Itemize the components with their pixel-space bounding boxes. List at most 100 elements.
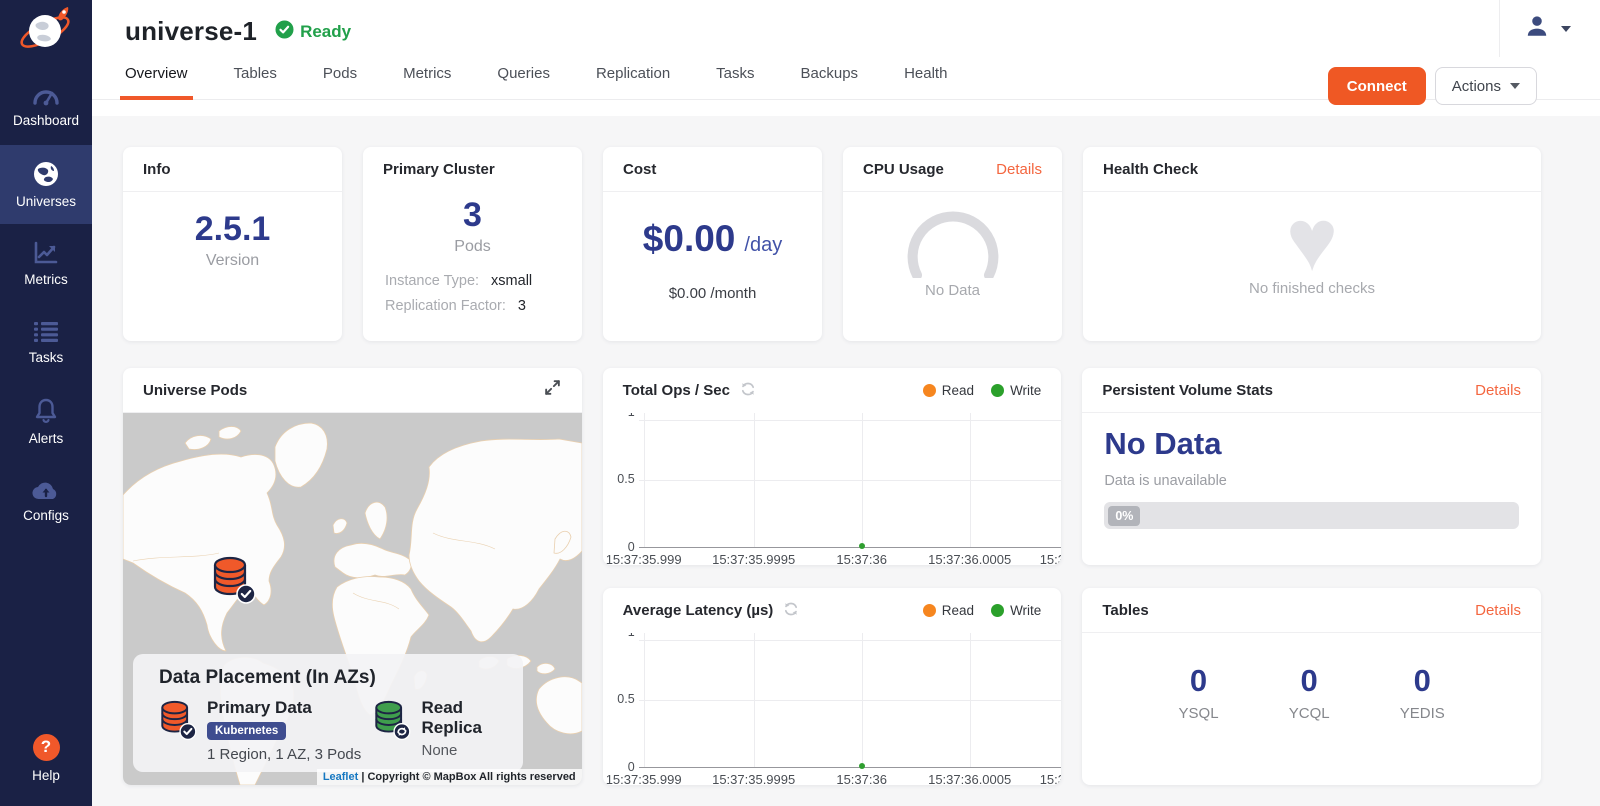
sidebar-item-universes[interactable]: Universes [0,145,92,224]
ycql-stat: 0 YCQL [1289,663,1330,722]
expand-icon[interactable] [543,378,562,402]
chart-title: Average Latency (µs) [623,602,774,619]
cost-per-month: $0.00 /month [603,285,822,302]
pvs-no-data: No Data [1104,426,1519,462]
tables-card: Tables Details 0 YSQL 0 YCQL 0 [1082,588,1541,785]
primary-data-label: Primary Data [207,698,361,718]
sidebar-item-label: Dashboard [13,113,79,128]
x-tick: 15:37:35.999 [606,772,682,785]
primary-data-map-marker[interactable] [211,555,257,610]
card-title: Universe Pods [143,382,247,399]
legend-write: Write [991,603,1041,618]
data-placement-title: Data Placement (In AZs) [159,667,523,689]
x-tick: 15:37:36 [836,552,887,565]
tab-tables[interactable]: Tables [234,65,277,99]
chevron-down-icon [1561,26,1571,32]
card-title: CPU Usage [863,161,944,178]
pvs-subtext: Data is unavailable [1104,473,1519,489]
sidebar-item-configs[interactable]: Configs [0,461,92,540]
tab-metrics[interactable]: Metrics [403,65,451,99]
health-empty-text: No finished checks [1083,280,1541,297]
tab-replication[interactable]: Replication [596,65,670,99]
list-icon [33,321,59,343]
sidebar: Dashboard Universes Metrics [0,0,92,806]
cpu-gauge [843,210,1062,278]
legend-read: Read [923,383,974,398]
world-map[interactable]: Data Placement (In AZs) [123,413,582,785]
info-card: Info 2.5.1 Version [123,147,342,341]
replication-factor-row: Replication Factor: 3 [385,294,560,319]
card-title: Persistent Volume Stats [1102,382,1273,399]
yedis-label: YEDIS [1400,705,1445,722]
cost-per-day-unit: /day [744,234,782,257]
user-menu[interactable] [1499,0,1600,57]
yedis-stat: 0 YEDIS [1400,663,1445,722]
card-title: Cost [623,161,656,178]
ycql-count: 0 [1289,663,1330,699]
legend-read: Read [923,603,974,618]
read-dot-icon [923,604,936,617]
pods-label: Pods [363,238,582,256]
sidebar-item-tasks[interactable]: Tasks [0,303,92,382]
avg-latency-chart-card: Average Latency (µs) [603,588,1062,785]
x-tick: 15:37:36.001 [1040,772,1062,785]
y-tick: 1 [609,633,635,639]
app-logo[interactable] [0,0,92,66]
version-value: 2.5.1 [123,210,342,249]
x-tick: 15:37:36.001 [1040,552,1062,565]
replica-database-icon [373,698,411,763]
page-title: universe-1 [125,16,257,47]
cpu-empty-text: No Data [843,282,1062,299]
user-avatar-icon [1524,13,1550,44]
tab-backups[interactable]: Backups [801,65,859,99]
refresh-icon[interactable] [783,601,799,621]
sidebar-item-dashboard[interactable]: Dashboard [0,66,92,145]
y-tick: 0.5 [609,692,635,706]
sidebar-item-label: Help [32,768,60,783]
sidebar-item-label: Universes [16,194,76,209]
universe-pods-card: Universe Pods [123,368,582,785]
tab-overview[interactable]: Overview [125,65,188,99]
tab-queries[interactable]: Queries [497,65,550,99]
bell-icon [34,398,58,424]
chart-title: Total Ops / Sec [623,382,730,399]
tab-pods[interactable]: Pods [323,65,357,99]
card-title: Tables [1102,602,1148,619]
top-bar: universe-1 Ready Overvi [92,0,1600,116]
connect-button[interactable]: Connect [1328,67,1426,105]
card-title: Health Check [1103,161,1198,178]
tab-tasks[interactable]: Tasks [716,65,754,99]
sidebar-item-help[interactable]: ? Help [0,726,92,790]
cpu-details-link[interactable]: Details [996,161,1042,178]
write-data-point [859,763,865,769]
status-badge: Ready [275,20,351,44]
read-replica-detail: None [421,742,523,759]
replication-factor-value: 3 [518,294,526,319]
primary-cluster-card: Primary Cluster 3 Pods Instance Type: xs… [363,147,582,341]
data-placement-panel: Data Placement (In AZs) [133,654,523,772]
sidebar-item-label: Configs [23,508,69,523]
help-icon: ? [33,734,60,761]
map-copyright: | Copyright © MapBox All rights reserved [361,771,575,783]
sidebar-item-alerts[interactable]: Alerts [0,382,92,461]
replication-factor-label: Replication Factor: [385,294,506,319]
total-ops-plot: 1 0.5 0 15:37:35.999 15:37:35.9995 15:37… [603,413,1062,565]
ysql-stat: 0 YSQL [1179,663,1219,722]
yedis-count: 0 [1400,663,1445,699]
persistent-volume-stats-card: Persistent Volume Stats Details No Data … [1082,368,1541,565]
sidebar-item-metrics[interactable]: Metrics [0,224,92,303]
x-tick: 15:37:35.9995 [712,552,795,565]
sidebar-item-label: Tasks [29,350,64,365]
leaflet-link[interactable]: Leaflet [323,771,358,783]
x-tick: 15:37:35.999 [606,552,682,565]
tab-health[interactable]: Health [904,65,947,99]
actions-button[interactable]: Actions [1435,67,1537,105]
kubernetes-badge: Kubernetes [207,722,286,740]
line-chart-icon [33,241,59,265]
tables-details-link[interactable]: Details [1475,602,1521,619]
refresh-icon[interactable] [740,381,756,401]
pods-count: 3 [363,196,582,235]
check-circle-icon [275,20,294,44]
yugabyte-logo-icon [18,4,74,63]
pvs-details-link[interactable]: Details [1475,382,1521,399]
